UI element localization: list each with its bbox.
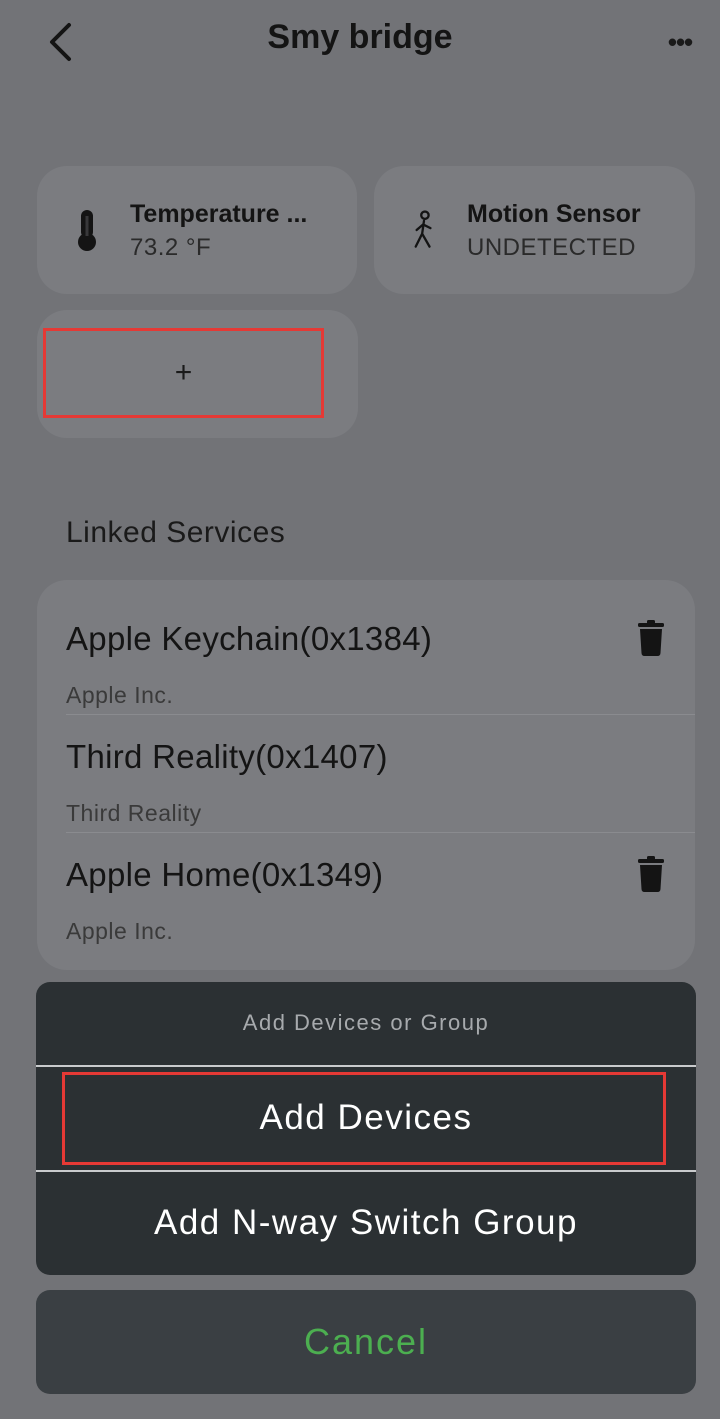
- add-device-button[interactable]: +: [43, 328, 324, 418]
- trash-icon[interactable]: [637, 856, 665, 892]
- trash-icon[interactable]: [637, 620, 665, 656]
- device-card-motion-sensor[interactable]: Motion Sensor UNDETECTED: [374, 166, 695, 294]
- add-devices-option[interactable]: Add Devices: [36, 1068, 696, 1168]
- cancel-button[interactable]: Cancel: [36, 1290, 696, 1394]
- list-item[interactable]: Apple Keychain(0x1384) Apple Inc.: [37, 580, 695, 708]
- device-name: Temperature ...: [130, 200, 308, 228]
- device-card-temperature[interactable]: Temperature ... 73.2 °F: [37, 166, 357, 294]
- divider: [36, 1170, 696, 1172]
- page-title: Smy bridge: [267, 18, 453, 56]
- walking-person-icon: [412, 208, 436, 252]
- device-value: 73.2 °F: [130, 234, 212, 261]
- thermometer-icon: [75, 208, 99, 252]
- service-name: Third Reality(0x1407): [66, 738, 388, 775]
- device-value: UNDETECTED: [467, 234, 637, 261]
- linked-services-list: Apple Keychain(0x1384) Apple Inc. Third …: [37, 580, 695, 970]
- add-n-way-switch-group-option[interactable]: Add N-way Switch Group: [36, 1173, 696, 1273]
- linked-services-heading: Linked Services: [66, 516, 286, 549]
- service-vendor: Apple Inc.: [66, 918, 174, 944]
- more-options-button[interactable]: •••: [660, 22, 700, 62]
- device-name: Motion Sensor: [467, 200, 641, 228]
- service-name: Apple Home(0x1349): [66, 856, 384, 893]
- action-sheet-title: Add Devices or Group: [242, 1010, 490, 1035]
- divider: [36, 1065, 696, 1067]
- list-item[interactable]: Third Reality(0x1407) Third Reality: [37, 698, 695, 826]
- list-item[interactable]: Apple Home(0x1349) Apple Inc.: [37, 816, 695, 944]
- service-name: Apple Keychain(0x1384): [66, 620, 433, 657]
- nav-header: Smy bridge •••: [0, 0, 720, 90]
- action-sheet: Add Devices or Group Add Devices Add N-w…: [36, 982, 696, 1275]
